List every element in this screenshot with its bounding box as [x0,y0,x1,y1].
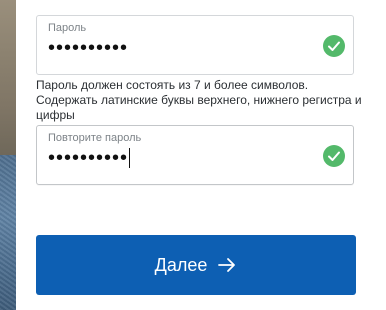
password-field[interactable]: Пароль •••••••••• [36,15,354,75]
background-photo-bottom [0,155,16,310]
text-caret [129,148,131,168]
arrow-right-icon [218,258,236,272]
background-photo-top [0,0,16,155]
check-circle-icon [323,35,345,57]
repeat-password-field[interactable]: Повторите пароль •••••••••• [36,125,354,185]
registration-form: Пароль •••••••••• Пароль должен состоять… [16,0,372,310]
repeat-password-label: Повторите пароль [48,132,142,144]
password-value[interactable]: •••••••••• [48,37,128,60]
next-button[interactable]: Далее [36,235,356,295]
repeat-password-value-wrap[interactable]: •••••••••• [48,147,131,170]
next-button-label: Далее [154,254,208,275]
check-circle-icon [323,145,345,167]
password-label: Пароль [48,22,87,34]
password-hint: Пароль должен состоять из 7 и более симв… [36,78,362,122]
background-photo [0,0,16,310]
repeat-password-value[interactable]: •••••••••• [48,147,128,169]
